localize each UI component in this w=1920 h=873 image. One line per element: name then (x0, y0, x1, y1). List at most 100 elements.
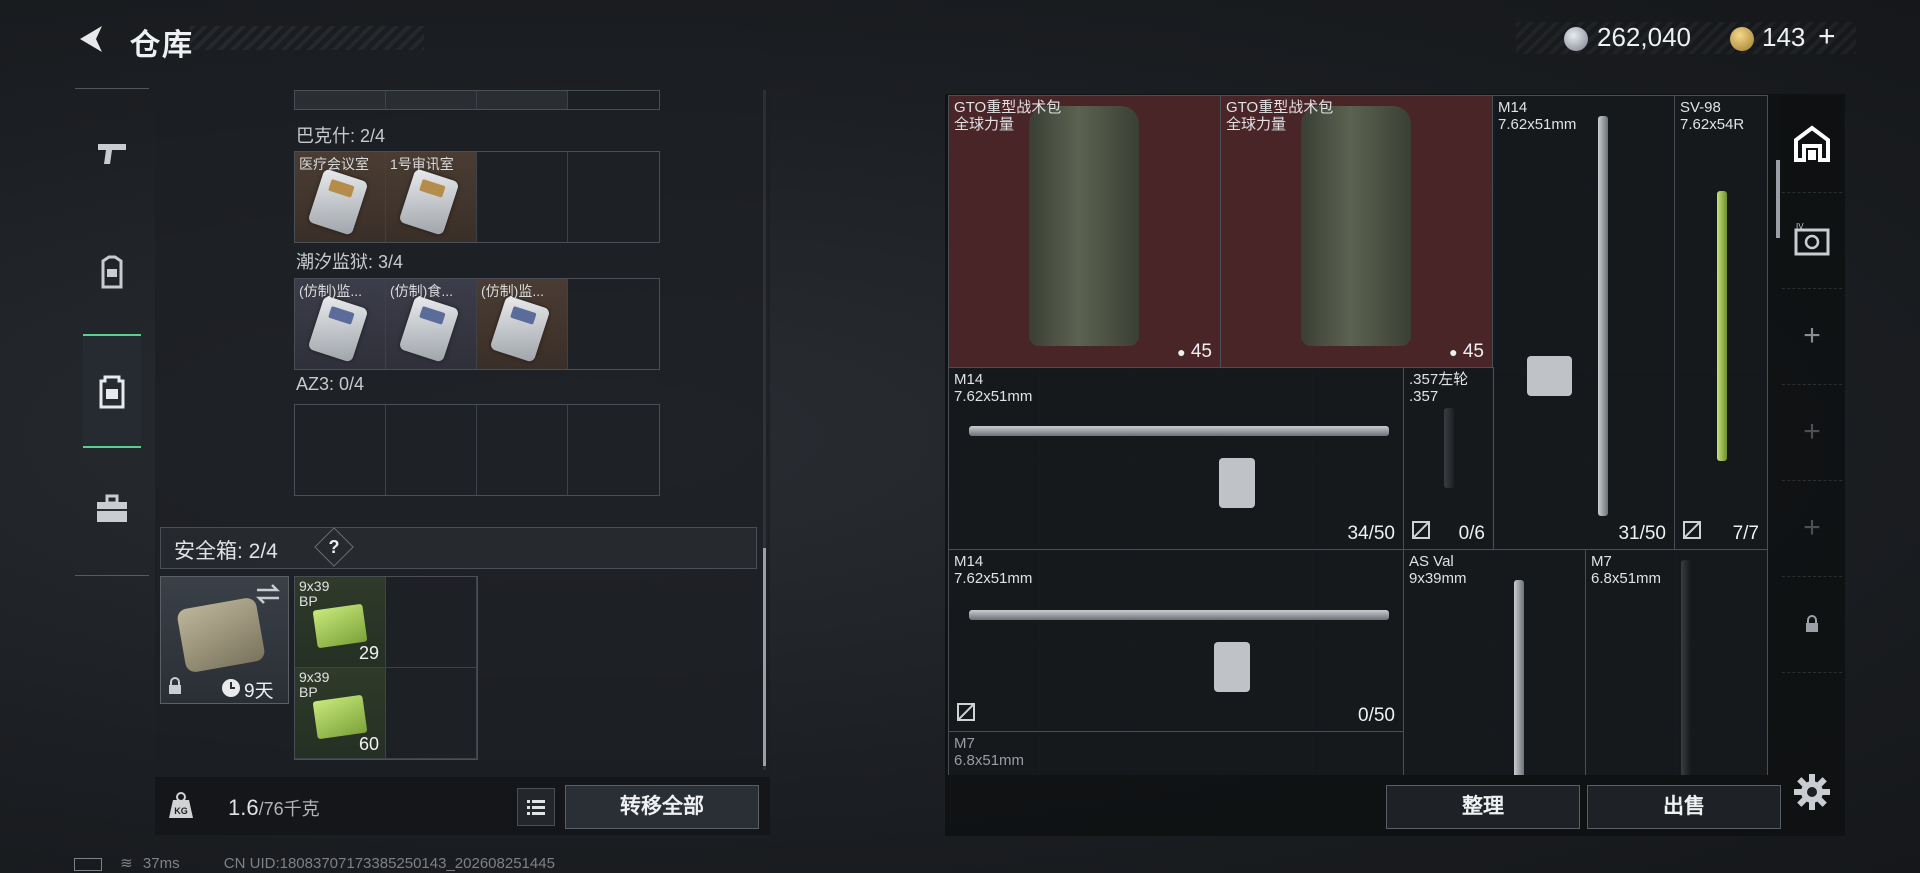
lock-icon (1806, 615, 1818, 632)
key-card-slot[interactable]: (仿制)食... (386, 279, 477, 369)
backpack-icon (1301, 106, 1411, 346)
list-view-button[interactable] (517, 788, 555, 826)
storage-scrollbar-thumb[interactable] (763, 548, 766, 766)
ammo-name: 9x39 BP (299, 669, 330, 700)
item-count: 34/50 (1347, 523, 1395, 544)
lock-icon (169, 677, 181, 694)
weight-readout: 1.6/76千克 (228, 795, 320, 821)
rail-add-button[interactable]: + (1782, 480, 1842, 577)
weight-kg-icon: KG (169, 792, 193, 818)
item-label: 医疗会议室 (299, 156, 369, 172)
empty-slot[interactable] (568, 152, 659, 242)
rail-storage-button[interactable] (1782, 96, 1842, 193)
inventory-item-rifle[interactable]: AS Val 9x39mm (1403, 549, 1586, 775)
inventory-item-rifle[interactable]: SV-98 7.62x54R 7/7 (1674, 95, 1768, 550)
empty-slot[interactable] (568, 279, 659, 369)
status-bar: ≋ 37ms CN UID:18083707173385250143_20260… (74, 854, 555, 872)
item-count-value: 45 (1462, 341, 1484, 362)
rail-locked-slot (1782, 576, 1842, 673)
nav-briefcase-tab[interactable] (83, 454, 141, 564)
section-label-bakshi: 巴克什: 2/4 (296, 126, 386, 146)
magazine-icon (1214, 642, 1250, 692)
item-count-value: 45 (1190, 341, 1212, 362)
item-label: (仿制)监... (481, 283, 544, 299)
rail-cases-button[interactable]: IV (1782, 192, 1842, 289)
empty-slot[interactable] (386, 405, 477, 495)
rifle-icon (969, 426, 1389, 436)
item-name: GTO重型战术包 全球力量 (954, 99, 1062, 133)
nav-equipment-tab[interactable] (83, 218, 141, 328)
key-card-slot[interactable]: 医疗会议室 (295, 152, 386, 242)
inventory-item-rifle[interactable]: M14 7.62x51mm 0/50 (948, 549, 1404, 732)
wifi-icon: ≋ (120, 855, 133, 872)
inventory-item-rifle[interactable]: M7 6.8x51mm (948, 731, 1404, 775)
top-bar: 仓库 262,040 143 + (0, 0, 1920, 80)
page-title: 仓库 (130, 29, 194, 62)
storage-grid-tidal-prison: (仿制)监... (仿制)食... (仿制)监... (294, 278, 660, 370)
ammo-count: 29 (358, 643, 379, 663)
weight-lock-icon: ● (1449, 344, 1458, 360)
transfer-all-button[interactable]: 转移全部 (565, 785, 759, 829)
weight-current: 1.6 (228, 795, 259, 820)
nav-weapons-tab[interactable] (83, 98, 141, 208)
plus-icon: + (1803, 415, 1821, 448)
key-card-icon (398, 168, 460, 236)
gold-coin-icon (1730, 27, 1754, 51)
inventory-item-rifle[interactable]: M14 7.62x51mm 34/50 (948, 367, 1404, 550)
add-currency-button[interactable]: + (1818, 20, 1836, 54)
svg-text:IV: IV (1796, 222, 1804, 231)
rifle-icon (1514, 580, 1524, 775)
swap-icon[interactable] (255, 583, 281, 605)
key-card-slot[interactable]: (仿制)监... (295, 279, 386, 369)
key-card-slot[interactable]: (仿制)监... (477, 279, 568, 369)
item-name: M14 7.62x51mm (954, 371, 1033, 405)
ping-readout: 37ms (142, 855, 180, 872)
ammo-slot[interactable]: 9x39 BP 60 (295, 668, 386, 759)
storage-grid-partial (294, 90, 660, 110)
backpack-icon (1029, 106, 1139, 346)
key-card-slot[interactable]: 1号审讯室 (386, 152, 477, 242)
magazine-icon (1527, 356, 1572, 396)
inventory-item-rifle[interactable]: M7 6.8x51mm (1585, 549, 1768, 775)
inventory-item-pistol[interactable]: .357左轮 .357 0/6 (1403, 367, 1494, 550)
rail-add-button[interactable]: + (1782, 384, 1842, 481)
briefcase-icon (97, 494, 127, 522)
sort-button[interactable]: 整理 (1386, 785, 1580, 829)
inventory-scrollbar-thumb[interactable] (1776, 160, 1780, 238)
rail-add-button[interactable]: + (1782, 288, 1842, 385)
item-name: M7 6.8x51mm (1591, 553, 1662, 587)
empty-slot[interactable] (568, 405, 659, 495)
safe-box-container[interactable]: 9天 (160, 576, 289, 704)
nav-bottom-divider (75, 575, 149, 576)
inventory-item-bag[interactable]: GTO重型战术包 全球力量 ● 45 (1220, 95, 1493, 368)
empty-slot[interactable] (477, 152, 568, 242)
item-name: M14 7.62x51mm (954, 553, 1033, 587)
ammo-slot[interactable]: 9x39 BP 29 (295, 577, 386, 668)
empty-slot[interactable] (386, 577, 477, 668)
rifle-icon (1598, 116, 1608, 516)
safe-case-icon (176, 596, 266, 674)
rifle-icon (1681, 560, 1691, 775)
ammo-box-icon (312, 694, 368, 740)
backpack-icon (99, 375, 125, 409)
inventory-item-rifle[interactable]: M14 7.62x51mm 31/50 (1492, 95, 1675, 550)
help-icon[interactable]: ? (320, 533, 348, 561)
item-count: 31/50 (1618, 523, 1666, 544)
magazine-icon (1219, 458, 1255, 508)
empty-slot[interactable] (295, 405, 386, 495)
sell-button[interactable]: 出售 (1587, 785, 1781, 829)
item-label: 1号审讯室 (390, 156, 454, 172)
nav-storage-tab[interactable] (83, 334, 141, 448)
no-attachment-icon (1683, 521, 1701, 539)
back-arrow-icon[interactable] (74, 22, 108, 56)
safe-box-grid: 9x39 BP 29 9x39 BP 60 (294, 576, 478, 760)
item-name: .357左轮 .357 (1409, 371, 1469, 405)
revolver-icon (1444, 408, 1454, 488)
item-count: 0/6 (1458, 523, 1485, 544)
empty-slot[interactable] (477, 405, 568, 495)
item-count: 7/7 (1732, 523, 1759, 544)
empty-slot[interactable] (386, 668, 477, 759)
gear-icon[interactable] (1792, 772, 1832, 812)
inventory-item-bag[interactable]: GTO重型战术包 全球力量 ● 45 (948, 95, 1221, 368)
armor-icon (101, 255, 123, 289)
